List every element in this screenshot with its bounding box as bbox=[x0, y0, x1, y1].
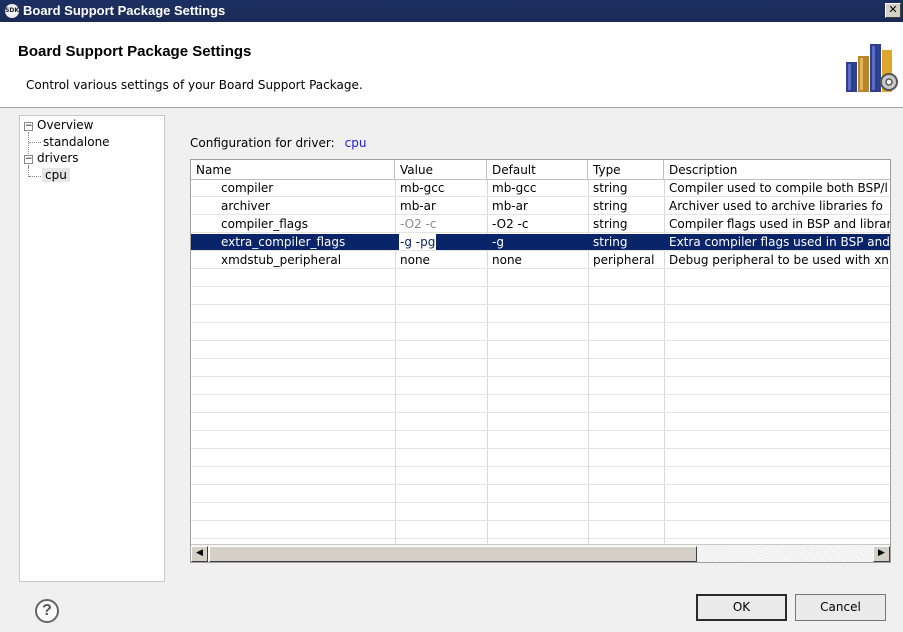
main-area: − Overview standalone − drivers cpu Conf… bbox=[0, 108, 903, 632]
cell-value[interactable]: none bbox=[395, 252, 487, 269]
page-description: Control various settings of your Board S… bbox=[26, 78, 363, 92]
cell-value-editor[interactable]: -g -pg bbox=[395, 234, 487, 251]
cancel-button[interactable]: Cancel bbox=[795, 594, 886, 621]
settings-tree: − Overview standalone − drivers cpu bbox=[19, 115, 165, 582]
column-header-value[interactable]: Value bbox=[395, 160, 487, 180]
collapse-icon[interactable]: − bbox=[24, 155, 33, 164]
cell-type: string bbox=[593, 199, 628, 213]
window-title: Board Support Package Settings bbox=[23, 3, 226, 18]
empty-row bbox=[191, 378, 890, 395]
cell-description: Compiler flags used in BSP and librar bbox=[669, 217, 891, 231]
tree-item-drivers[interactable]: drivers bbox=[37, 151, 79, 165]
config-label-text: Configuration for driver: bbox=[190, 136, 335, 150]
table-row[interactable]: xmdstub_peripheral none none peripheral … bbox=[191, 252, 890, 269]
table-row[interactable]: compiler mb-gcc mb-gcc string Compiler u… bbox=[191, 180, 890, 197]
cell-description: Compiler used to compile both BSP/l bbox=[669, 181, 888, 195]
empty-row bbox=[191, 360, 890, 377]
tree-item-cpu[interactable]: cpu bbox=[42, 168, 70, 182]
cell-value[interactable]: mb-ar bbox=[395, 198, 487, 215]
close-button[interactable]: ✕ bbox=[885, 3, 901, 18]
horizontal-scrollbar[interactable]: ◀ ▶ bbox=[191, 544, 890, 562]
table-header: Name Value Default Type Description bbox=[191, 160, 890, 180]
empty-row bbox=[191, 306, 890, 323]
cell-default: -O2 -c bbox=[492, 217, 529, 231]
column-header-default[interactable]: Default bbox=[487, 160, 588, 180]
sdk-app-icon: SDK bbox=[5, 4, 19, 18]
tree-item-overview[interactable]: Overview bbox=[37, 118, 94, 132]
wizard-header: Board Support Package Settings Control v… bbox=[0, 22, 903, 108]
table-row-selected[interactable]: extra_compiler_flags -g -pg -g string Ex… bbox=[191, 234, 890, 251]
table-body: compiler mb-gcc mb-gcc string Compiler u… bbox=[191, 180, 891, 544]
empty-row bbox=[191, 324, 890, 341]
empty-row bbox=[191, 342, 890, 359]
collapse-icon[interactable]: − bbox=[24, 122, 33, 131]
empty-row bbox=[191, 288, 890, 305]
cell-name: archiver bbox=[221, 199, 270, 213]
empty-row bbox=[191, 432, 890, 449]
column-header-type[interactable]: Type bbox=[588, 160, 664, 180]
cell-name: xmdstub_peripheral bbox=[221, 253, 342, 267]
empty-row bbox=[191, 396, 890, 413]
cell-type: string bbox=[593, 181, 628, 195]
cell-description: Debug peripheral to be used with xn bbox=[669, 253, 889, 267]
cell-description: Extra compiler flags used in BSP and bbox=[669, 235, 890, 249]
cell-type: peripheral bbox=[593, 253, 655, 267]
table-row[interactable]: archiver mb-ar mb-ar string Archiver use… bbox=[191, 198, 890, 215]
cell-default: mb-gcc bbox=[492, 181, 537, 195]
scroll-right-arrow-icon[interactable]: ▶ bbox=[873, 546, 890, 562]
empty-row bbox=[191, 270, 890, 287]
cell-type: string bbox=[593, 217, 628, 231]
cell-type: string bbox=[593, 235, 628, 249]
page-title: Board Support Package Settings bbox=[18, 43, 252, 60]
empty-row bbox=[191, 468, 890, 485]
empty-row bbox=[191, 414, 890, 431]
cell-default: none bbox=[492, 253, 522, 267]
empty-row bbox=[191, 450, 890, 467]
config-driver-name: cpu bbox=[344, 136, 367, 150]
parameters-table: Name Value Default Type Description comp… bbox=[190, 159, 891, 563]
ok-button[interactable]: OK bbox=[696, 594, 787, 621]
table-row[interactable]: compiler_flags -O2 -c -O2 -c string Comp… bbox=[191, 216, 891, 233]
cell-description: Archiver used to archive libraries fo bbox=[669, 199, 883, 213]
cell-value[interactable]: mb-gcc bbox=[395, 180, 487, 197]
scrollbar-thumb[interactable] bbox=[209, 546, 697, 562]
empty-row bbox=[191, 486, 890, 503]
empty-row bbox=[191, 522, 890, 539]
cell-name: compiler_flags bbox=[221, 217, 309, 231]
scrollbar-track[interactable] bbox=[697, 546, 873, 562]
cell-default: mb-ar bbox=[492, 199, 528, 213]
config-label: Configuration for driver: cpu bbox=[190, 136, 366, 150]
column-header-name[interactable]: Name bbox=[191, 160, 395, 180]
cell-default: -g bbox=[492, 235, 504, 249]
help-icon[interactable]: ? bbox=[35, 599, 59, 623]
cell-name: extra_compiler_flags bbox=[221, 235, 346, 249]
column-header-description[interactable]: Description bbox=[664, 160, 890, 180]
books-gear-icon bbox=[846, 44, 898, 92]
empty-row bbox=[191, 504, 890, 521]
tree-item-standalone[interactable]: standalone bbox=[43, 135, 110, 149]
scroll-left-arrow-icon[interactable]: ◀ bbox=[191, 546, 208, 562]
cell-value[interactable]: -O2 -c bbox=[395, 216, 487, 233]
title-bar: SDK Board Support Package Settings ✕ bbox=[0, 0, 903, 22]
cell-value-editor-text[interactable]: -g -pg bbox=[398, 234, 437, 250]
cell-name: compiler bbox=[221, 181, 274, 195]
